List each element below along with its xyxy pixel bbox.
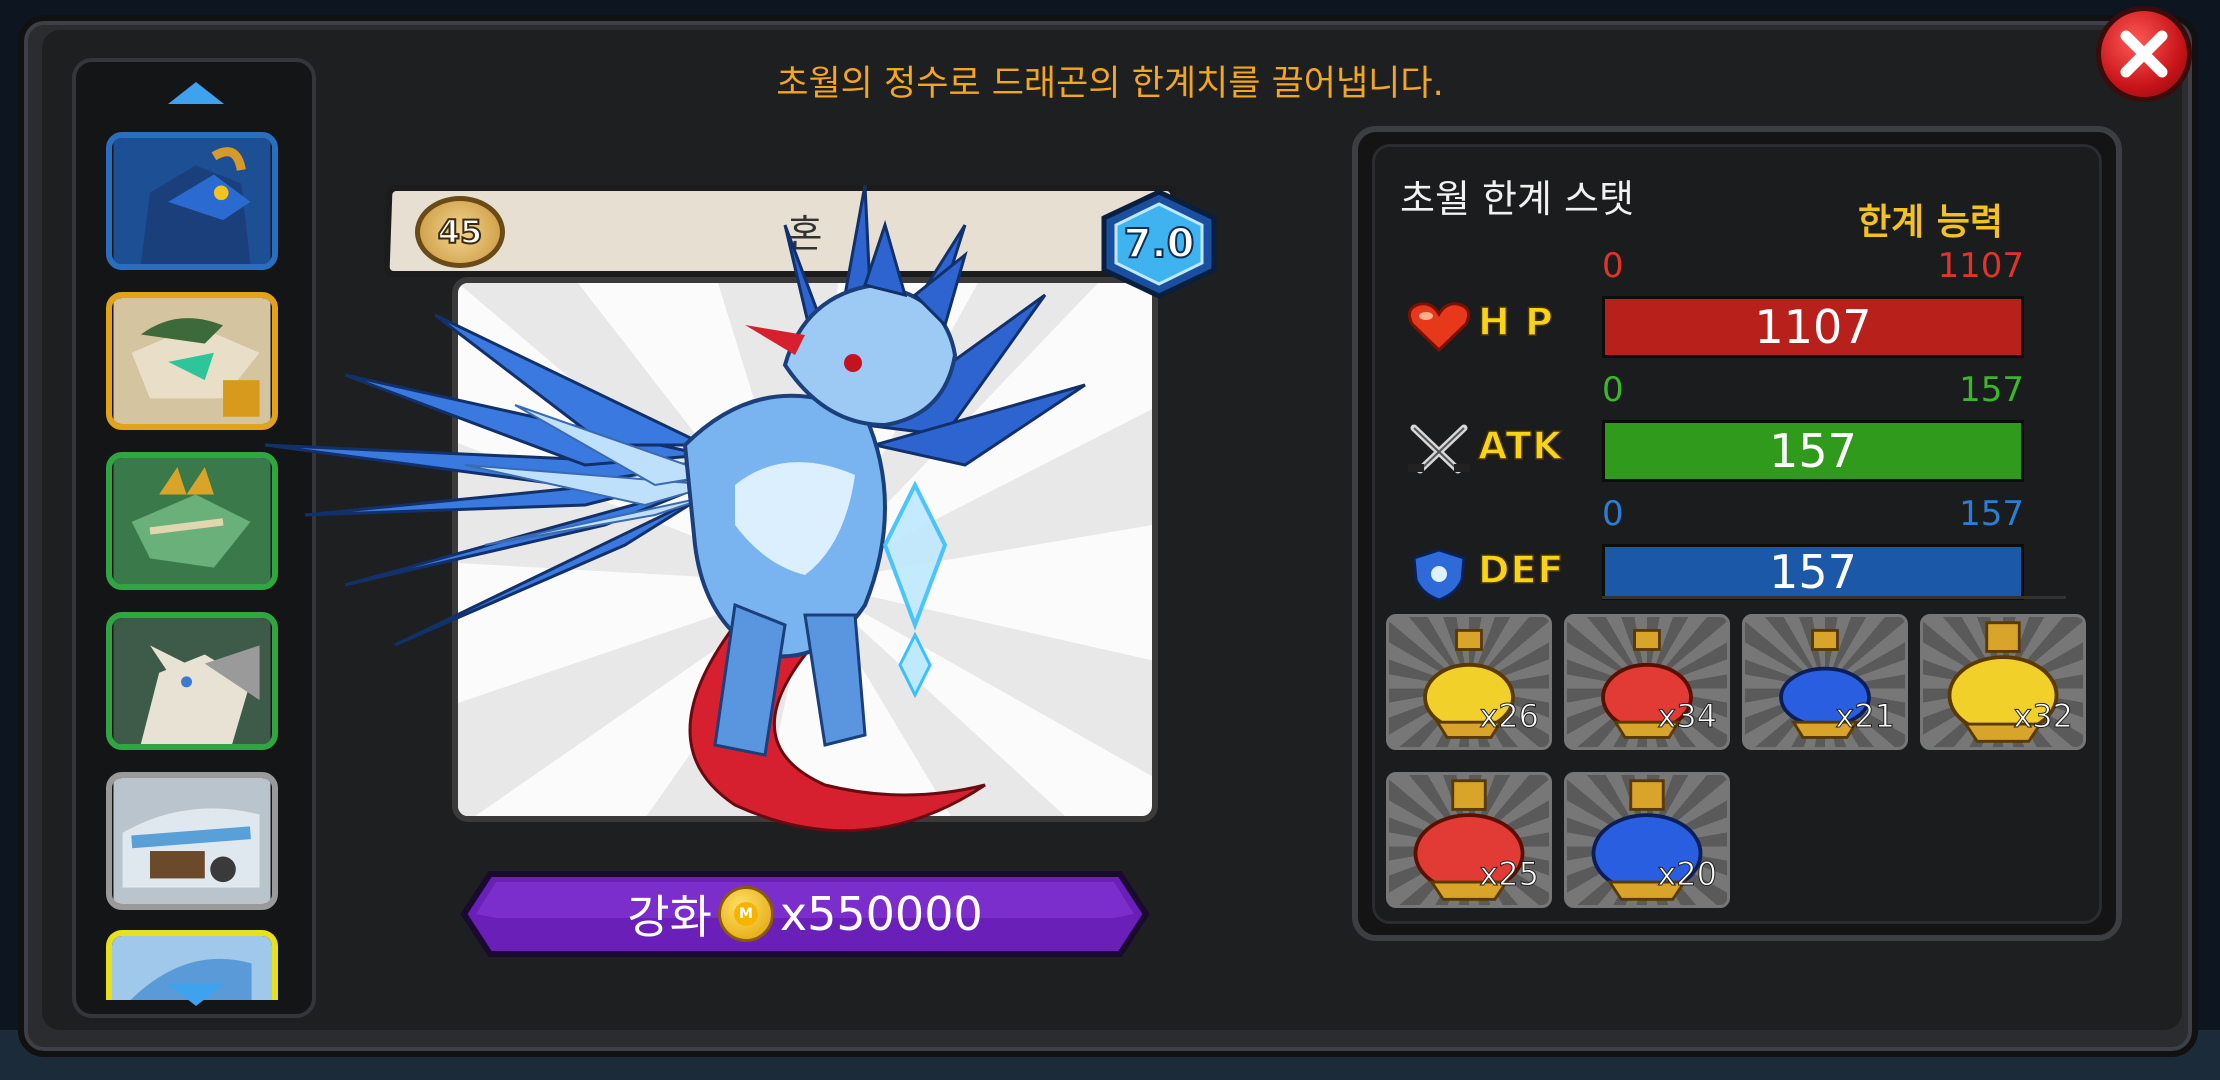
- potion-red-small[interactable]: x34: [1564, 614, 1730, 750]
- coin-icon: M: [717, 886, 774, 942]
- close-button[interactable]: [2096, 6, 2192, 102]
- enhance-button[interactable]: 강화 M x550000: [460, 870, 1150, 958]
- shield-icon: [1404, 546, 1474, 602]
- grade-value: 7.0: [1123, 220, 1196, 268]
- atk-label: ATK: [1477, 423, 1563, 469]
- stats-title: 초월 한계 스탯: [1400, 177, 1634, 221]
- potion-blue-small[interactable]: x21: [1742, 614, 1908, 750]
- potion-qty: x26: [1479, 697, 1540, 736]
- potion-blue-large[interactable]: x20: [1564, 772, 1730, 908]
- white-wolf-dragon-portrait-icon: [113, 618, 271, 744]
- crossed-swords-icon: [1404, 422, 1474, 478]
- stats-divider: [1602, 596, 2066, 599]
- potion-qty: x20: [1657, 855, 1718, 894]
- armored-ice-dragon-portrait-icon: [113, 778, 271, 904]
- page-description: 초월의 정수로 드래곤의 한계치를 끌어냅니다.: [776, 64, 1444, 104]
- dragon-thumb-1[interactable]: [106, 132, 278, 270]
- hp-min: 0: [1602, 246, 1624, 286]
- heart-icon: [1404, 298, 1474, 354]
- dragon-thumb-3[interactable]: [106, 452, 278, 590]
- def-label: DEF: [1477, 547, 1565, 593]
- atk-bar: 157: [1602, 420, 2024, 482]
- hp-bar: 1107: [1602, 296, 2024, 358]
- gold-crown-dragon-portrait-icon: [113, 458, 271, 584]
- scroll-down-arrow-icon[interactable]: [168, 984, 224, 1006]
- limit-ability-label: 한계 능력: [1858, 202, 2004, 243]
- blue-dragon-portrait-icon: [113, 138, 271, 264]
- dragon-thumb-2[interactable]: [106, 292, 278, 430]
- scroll-up-arrow-icon[interactable]: [168, 82, 224, 104]
- enhance-cost: x550000: [779, 887, 983, 941]
- green-horn-dragon-portrait-icon: [113, 298, 271, 424]
- dragon-thumb-5[interactable]: [106, 772, 278, 910]
- hp-max: 1107: [1937, 246, 2024, 286]
- potion-yellow-small[interactable]: x26: [1386, 614, 1552, 750]
- dragon-artwork: [265, 185, 1086, 833]
- potion-yellow-large[interactable]: x32: [1920, 614, 2086, 750]
- potion-qty: x21: [1835, 697, 1896, 736]
- hp-label: H P: [1477, 299, 1554, 345]
- def-bar: 157: [1602, 544, 2024, 600]
- close-icon: [2120, 30, 2168, 78]
- potion-qty: x25: [1479, 855, 1540, 894]
- def-max: 157: [1959, 494, 2024, 534]
- potion-red-large[interactable]: x25: [1386, 772, 1552, 908]
- def-min: 0: [1602, 494, 1624, 534]
- grade-badge: 7.0: [1098, 188, 1220, 300]
- potion-qty: x32: [2013, 697, 2074, 736]
- atk-min: 0: [1602, 370, 1624, 410]
- dragon-thumb-4[interactable]: [106, 612, 278, 750]
- potion-qty: x34: [1657, 697, 1718, 736]
- atk-max: 157: [1959, 370, 2024, 410]
- enhance-label: 강화: [627, 890, 712, 944]
